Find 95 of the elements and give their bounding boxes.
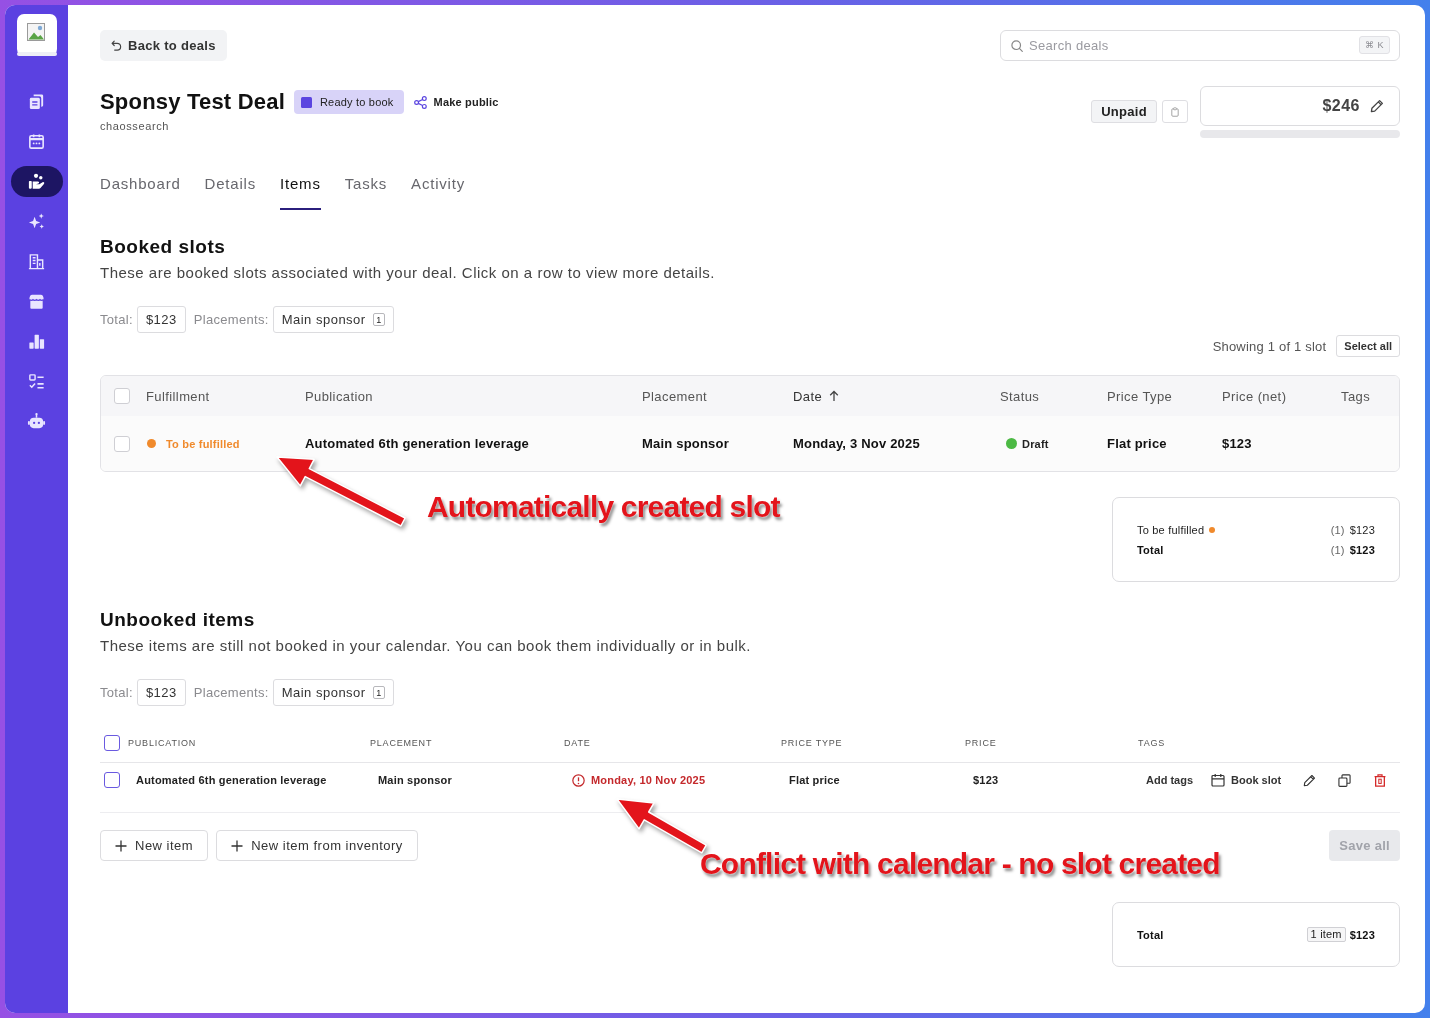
table-cell-text: $123 <box>972 774 1000 786</box>
showing-count: Showing 1 of 1 slot <box>1212 338 1327 354</box>
table-cell-text: Automated 6th generation leverage <box>135 774 328 786</box>
column-header: Fulfillment <box>146 388 210 404</box>
search-icon <box>1011 40 1023 52</box>
totals-amount: $123 <box>1349 928 1375 941</box>
make-public-button[interactable]: Make public <box>413 95 499 109</box>
table-cell-text: $123 <box>1222 436 1253 451</box>
section-description: These items are still not booked in your calendar. You can book them individually or in bulk. <box>100 636 752 656</box>
calendar-icon <box>1211 773 1226 787</box>
column-header: PRICE <box>965 737 997 748</box>
totals-amount: $123 <box>1349 544 1375 556</box>
new-item-button[interactable]: New item <box>100 830 209 861</box>
placements-label: Placements: <box>193 312 269 327</box>
clipboard-icon <box>1171 106 1179 117</box>
keyboard-shortcut: ⌘ K <box>1359 36 1390 54</box>
tab[interactable]: Items <box>280 174 321 210</box>
totals-count: (1) <box>1330 544 1345 556</box>
checkbox[interactable] <box>104 734 120 751</box>
select-all-button[interactable]: Select all <box>1336 335 1400 357</box>
sparkles-icon <box>27 212 46 231</box>
status-label: Draft <box>1022 437 1049 450</box>
column-header: PUBLICATION <box>128 737 197 748</box>
table-cell-text: Flat price <box>788 774 841 786</box>
column-header: Date <box>793 388 823 404</box>
table-cell-text: Monday, 3 Nov 2025 <box>793 436 921 451</box>
fulfillment-status: To be fulfilled <box>166 437 240 450</box>
image-icon <box>16 14 57 56</box>
column-header: PLACEMENT <box>370 737 433 748</box>
checkbox[interactable] <box>104 772 120 788</box>
placement-name: Main sponsor <box>281 312 366 327</box>
total-amount: $123 <box>136 306 186 333</box>
totals-count: (1) <box>1330 524 1345 536</box>
add-tags-button[interactable]: Add tags <box>1146 774 1194 786</box>
column-header: PRICE TYPE <box>781 737 843 748</box>
column-header: Status <box>1000 388 1040 404</box>
tab[interactable]: Dashboard <box>100 174 181 210</box>
payment-status-button[interactable]: Unpaid <box>1091 100 1157 123</box>
robot-icon <box>27 412 46 431</box>
annotation-text: Conflict with calendar - no slot created <box>700 847 1220 881</box>
tab[interactable]: Activity <box>411 174 465 210</box>
date-text: Monday, 10 Nov 2025 <box>591 774 706 786</box>
table-cell-text: Automated 6th generation leverage <box>305 436 531 451</box>
store-icon <box>27 292 46 311</box>
nav-item[interactable] <box>10 166 63 197</box>
pencil-icon[interactable] <box>1303 773 1317 787</box>
book-slot-button[interactable]: Book slot <box>1211 773 1282 787</box>
total-label: Total: <box>100 312 133 327</box>
trash-icon[interactable] <box>1374 773 1387 787</box>
column-header: Price Type <box>1107 388 1173 404</box>
totals-amount: $123 <box>1349 524 1375 536</box>
column-header: Placement <box>642 388 708 404</box>
tab[interactable]: Details <box>204 174 257 210</box>
tab[interactable]: Tasks <box>344 174 388 210</box>
annotation-text: Automatically created slot <box>427 490 780 524</box>
section-title: Unbooked items <box>100 608 256 632</box>
share-icon <box>413 95 427 109</box>
hand-people-icon <box>27 172 46 191</box>
plus-icon <box>115 839 127 852</box>
documents-icon <box>27 92 46 111</box>
placement-count: 1 <box>372 686 385 699</box>
placements-label: Placements: <box>193 685 269 700</box>
plus-icon <box>231 839 244 852</box>
totals-label: To be fulfilled <box>1137 524 1205 536</box>
deal-title: Sponsy Test Deal <box>100 89 285 115</box>
new-item-button[interactable]: New item from inventory <box>216 830 418 861</box>
pencil-icon[interactable] <box>1370 98 1384 113</box>
item-count: 1 item <box>1306 927 1346 942</box>
column-header: DATE <box>564 737 591 748</box>
placement-count: 1 <box>372 313 385 326</box>
totals-label: Total <box>1137 544 1164 556</box>
undo-arrow-icon <box>111 40 122 51</box>
total-label: Total: <box>100 685 133 700</box>
totals-label: Total <box>1137 928 1164 941</box>
copy-icon[interactable] <box>1338 773 1352 787</box>
total-amount: $123 <box>136 679 186 706</box>
building-icon <box>27 252 46 271</box>
deal-status: Ready to book <box>319 96 394 108</box>
back-button[interactable]: Back to deals <box>100 30 227 61</box>
table-cell-text: Flat price <box>1107 436 1168 451</box>
calendar-icon <box>27 132 46 151</box>
placement-name: Main sponsor <box>281 685 366 700</box>
column-header: Tags <box>1341 388 1371 404</box>
table-cell-text: Main sponsor <box>377 774 453 786</box>
clipboard-button[interactable] <box>1162 100 1188 123</box>
section-description: These are booked slots associated with your deal. Click on a row to view more details. <box>100 263 715 283</box>
table-cell-text: Main sponsor <box>642 436 730 451</box>
column-header: Publication <box>305 388 373 404</box>
column-header: TAGS <box>1138 737 1166 748</box>
checklist-icon <box>27 372 46 391</box>
company-name: chaossearch <box>100 119 169 133</box>
deal-amount: $246 <box>1322 96 1360 115</box>
bar-chart-icon <box>27 332 46 351</box>
column-header: Price (net) <box>1222 388 1287 404</box>
section-title: Booked slots <box>100 235 227 259</box>
